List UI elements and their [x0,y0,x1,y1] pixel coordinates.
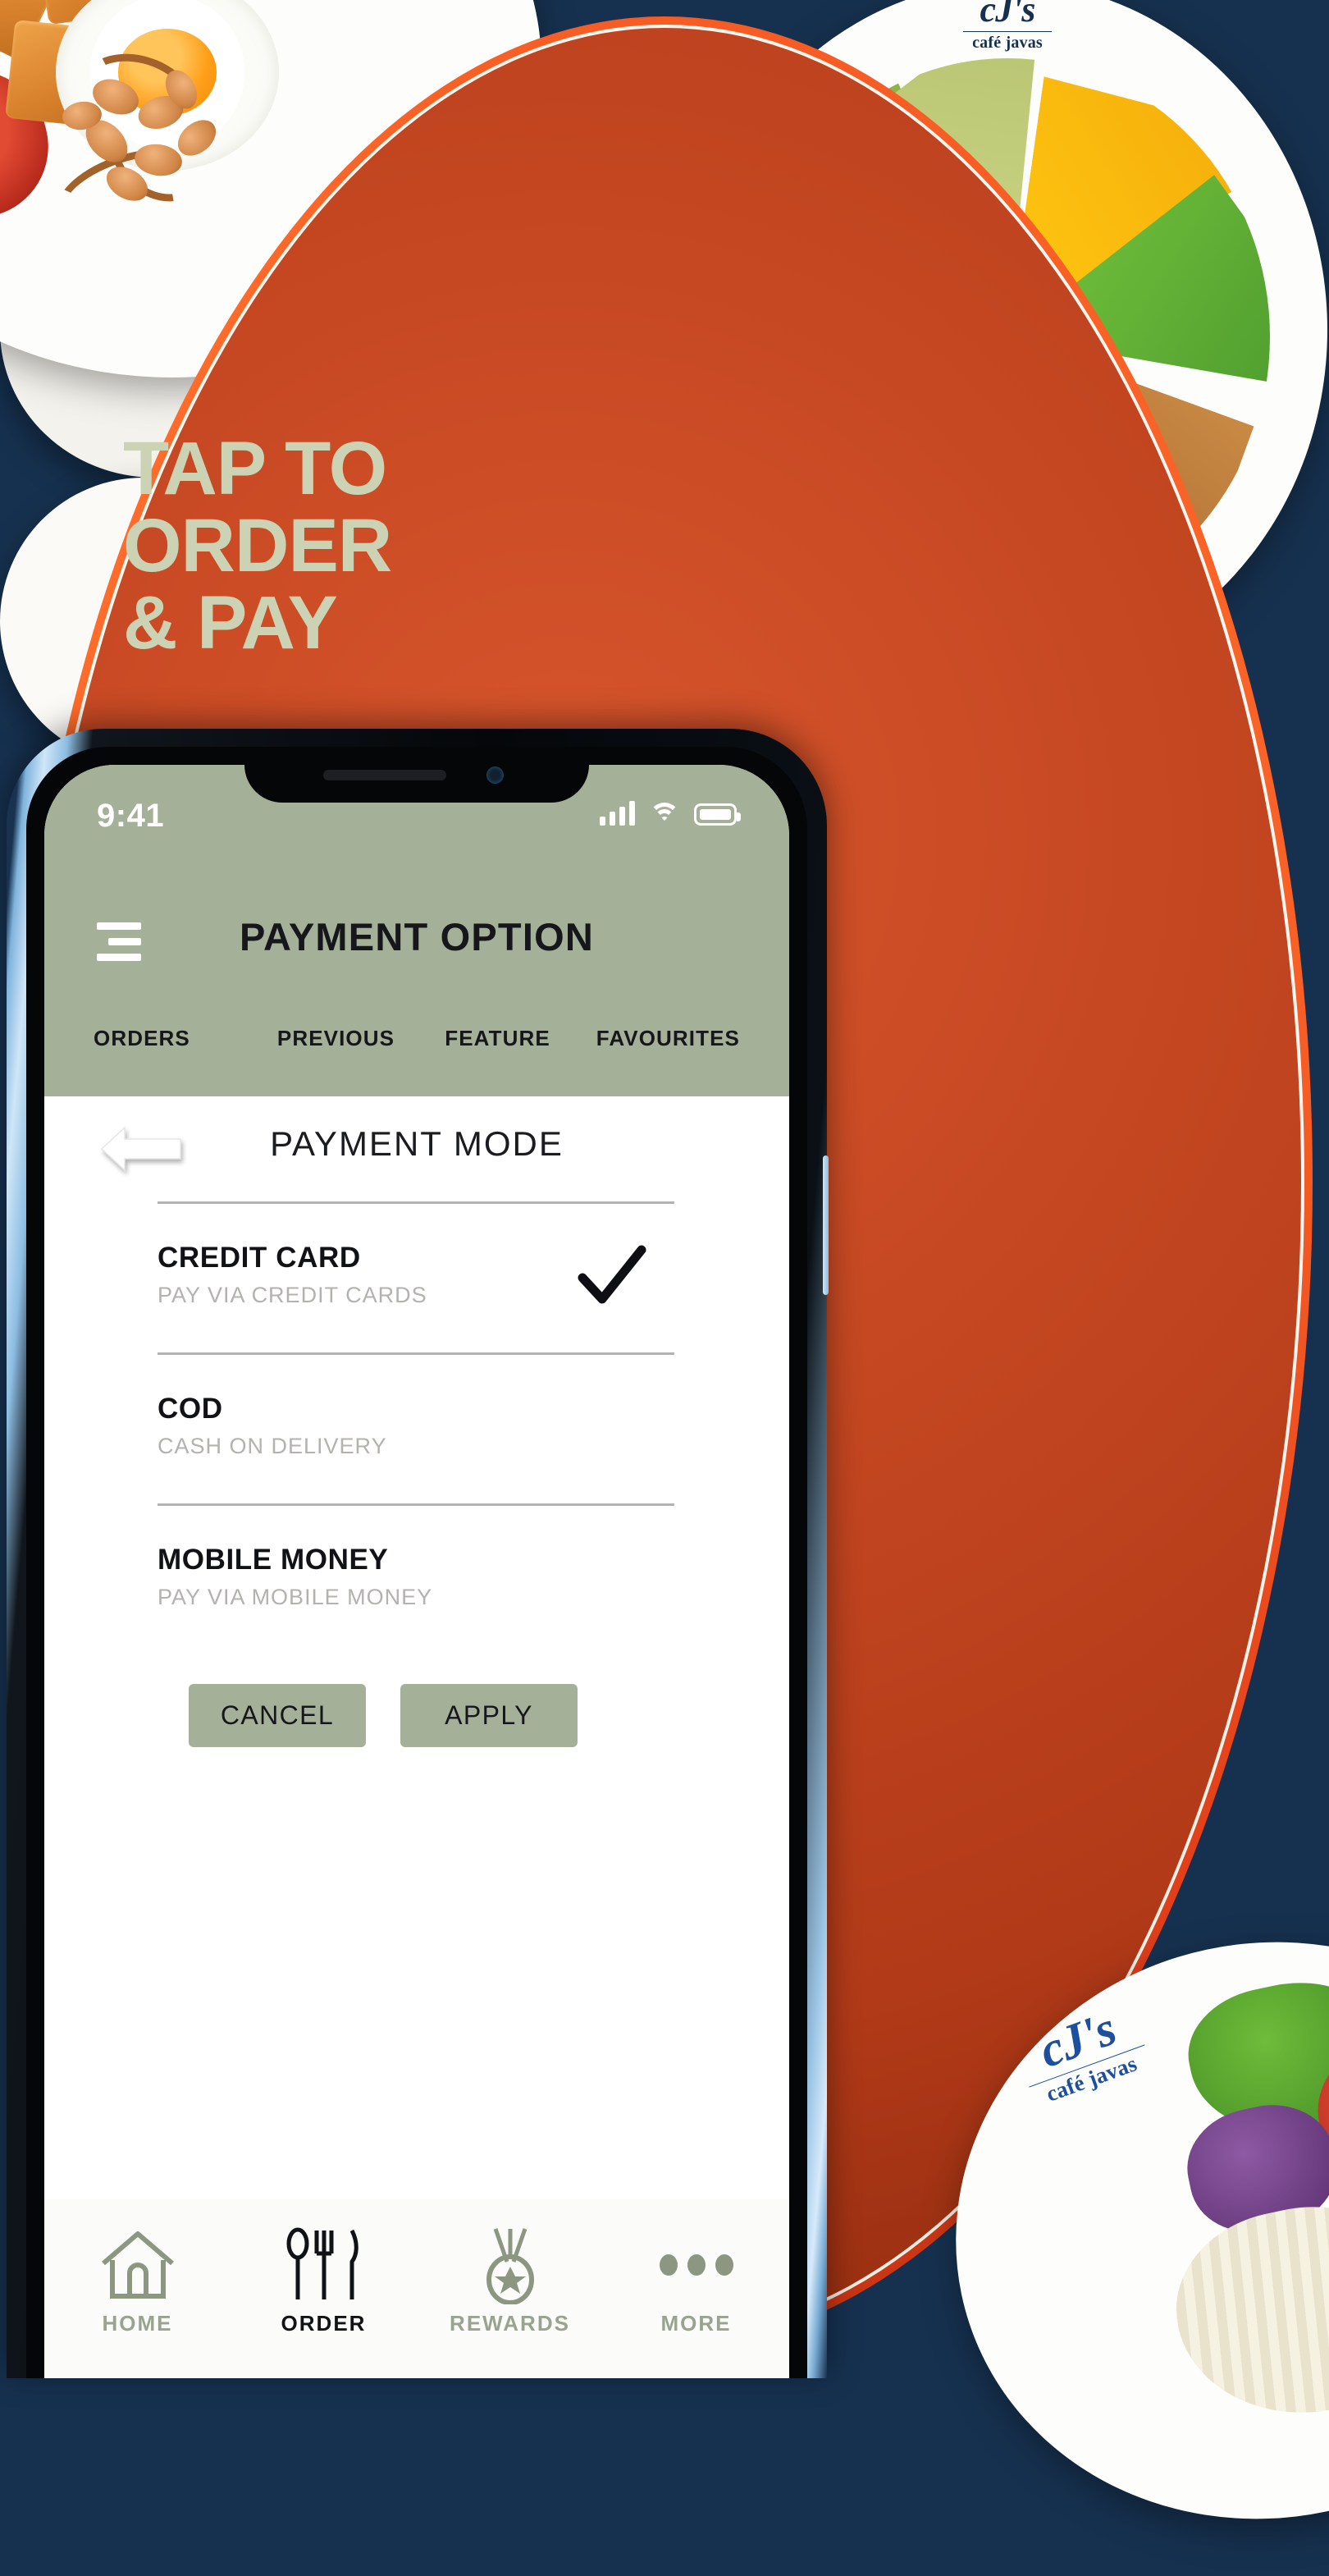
signal-bars-icon [600,801,635,826]
tab-orders[interactable]: ORDERS [94,1026,255,1051]
home-icon [44,2219,231,2311]
nav-item-order[interactable]: ORDER [231,2219,417,2336]
battery-icon [694,803,741,826]
payment-option-desc: CASH ON DELIVERY [158,1434,387,1458]
payment-option-cod[interactable]: COD CASH ON DELIVERY [158,1352,674,1503]
nav-label: HOME [102,2311,173,2336]
cancel-button[interactable]: CANCEL [189,1684,366,1747]
payment-option-name: COD [158,1393,223,1425]
screen-body: PAYMENT MODE CREDIT CARD PAY VIA CREDIT … [44,1096,789,2378]
section-title: PAYMENT MODE [270,1124,564,1163]
payment-option-desc: PAY VIA MOBILE MONEY [158,1585,433,1609]
phone-screen: 9:41 PAYMENT OPTION ORDERS PREVIOUS FEAT… [44,765,789,2378]
power-button[interactable] [823,1155,829,1295]
status-bar: 9:41 [44,765,789,862]
nav-item-rewards[interactable]: REWARDS [417,2219,603,2336]
cj-brand-logo: cJ's café javas [687,0,1327,51]
payment-mode-list: CREDIT CARD PAY VIA CREDIT CARDS COD CAS… [44,1201,789,1654]
headline-line-3: & PAY [123,580,338,665]
nav-label: MORE [660,2311,732,2336]
page-title: PAYMENT OPTION [239,915,595,959]
nav-label: ORDER [281,2311,367,2336]
nav-label: REWARDS [450,2311,570,2336]
bottom-navigation: HOME ORDER REWARDS MORE [44,2199,789,2378]
medal-icon [417,2219,603,2311]
front-camera-icon [486,766,504,784]
payment-option-name: MOBILE MONEY [158,1544,389,1576]
cj-logo-sub: café javas [972,34,1043,52]
nav-item-home[interactable]: HOME [44,2219,231,2336]
tab-favourites[interactable]: FAVOURITES [578,1026,740,1051]
tab-bar: ORDERS PREVIOUS FEATURE FAVOURITES [44,1026,789,1096]
checkmark-icon [578,1245,646,1304]
poster-headline: TAP TO ORDER & PAY [123,427,392,665]
ellipsis-icon [603,2219,789,2311]
poster-canvas: cJ's café javas cJ's café javas TAP TO O… [0,0,1329,2576]
phone-mockup: 9:41 PAYMENT OPTION ORDERS PREVIOUS FEAT… [7,729,829,2378]
action-buttons: CANCEL APPLY [44,1654,789,1747]
status-time: 9:41 [97,798,165,834]
cj-logo-mark: cJ's [980,0,1036,30]
status-icons [600,801,741,826]
headline-line-2: ORDER [123,503,392,588]
payment-mode-header: PAYMENT MODE [44,1096,789,1201]
cj-logo-rule [963,31,1052,32]
app-header: PAYMENT OPTION [44,862,789,1026]
headline-line-1: TAP TO [123,427,387,510]
wifi-icon [649,803,680,826]
tab-feature[interactable]: FEATURE [417,1026,578,1051]
payment-option-mobile-money[interactable]: MOBILE MONEY PAY VIA MOBILE MONEY [158,1503,674,1654]
apply-button[interactable]: APPLY [400,1684,578,1747]
payment-option-credit-card[interactable]: CREDIT CARD PAY VIA CREDIT CARDS [158,1201,674,1352]
tab-previous[interactable]: PREVIOUS [255,1026,417,1051]
notch [244,765,589,803]
cutlery-icon [231,2219,417,2311]
nav-item-more[interactable]: MORE [603,2219,789,2336]
earpiece-speaker [323,770,446,780]
